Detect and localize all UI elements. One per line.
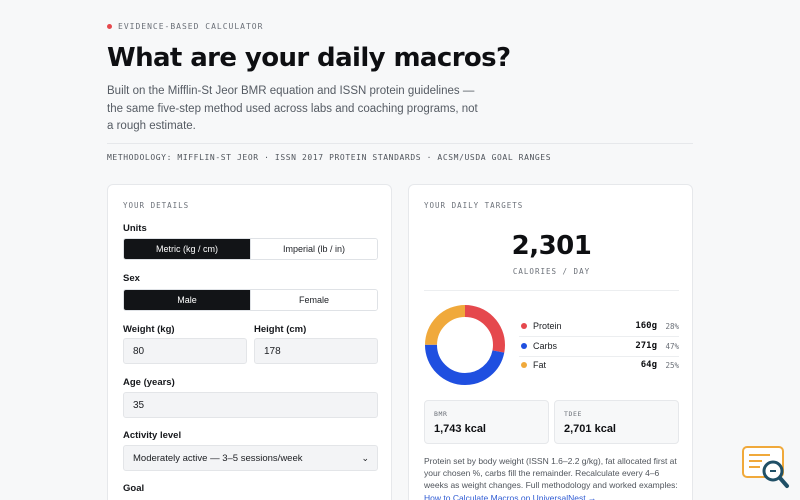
targets-card-label: YOUR DAILY TARGETS [424, 201, 524, 210]
page-title: What are your daily macros? [107, 43, 511, 73]
legend-row-fat: Fat 64g 25% [519, 358, 679, 372]
height-input[interactable]: 178 [254, 338, 378, 364]
eyebrow-text: EVIDENCE-BASED CALCULATOR [118, 22, 264, 31]
red-dot-icon [107, 24, 112, 29]
age-input[interactable]: 35 [123, 392, 378, 418]
tdee-stat: TDEE 2,701 kcal [554, 400, 679, 444]
activity-label: Activity level [123, 430, 182, 441]
tdee-label: TDEE [564, 410, 583, 418]
height-label: Height (cm) [254, 324, 307, 335]
page-subtitle: Built on the Mifflin-St Jeor BMR equatio… [107, 85, 478, 132]
targets-card: YOUR DAILY TARGETS 2,301 CALORIES / DAY … [408, 184, 693, 500]
weight-label: Weight (kg) [123, 324, 175, 335]
legend-divider [519, 356, 679, 357]
protein-grams: 160g [635, 321, 657, 331]
tdee-value: 2,701 kcal [564, 423, 616, 435]
bmr-value: 1,743 kcal [434, 423, 486, 435]
search-doc-badge-icon[interactable] [742, 444, 790, 492]
carbs-swatch [521, 343, 527, 349]
targets-divider [424, 290, 679, 291]
bmr-stat: BMR 1,743 kcal [424, 400, 549, 444]
carbs-percent: 47% [665, 341, 679, 351]
sex-female-option[interactable]: Female [250, 290, 377, 310]
protein-label: Protein [533, 321, 562, 331]
legend-row-protein: Protein 160g 28% [519, 319, 679, 333]
macro-donut-chart [425, 305, 505, 385]
methodology-note: Protein set by body weight (ISSN 1.6–2.2… [424, 455, 684, 500]
fat-grams: 64g [640, 360, 657, 370]
eyebrow: EVIDENCE-BASED CALCULATOR [107, 22, 697, 31]
units-imperial-option[interactable]: Imperial (lb / in) [250, 239, 377, 259]
units-label: Units [123, 223, 147, 234]
hero: EVIDENCE-BASED CALCULATOR What are your … [107, 22, 697, 136]
sex-male-option[interactable]: Male [124, 290, 250, 310]
fat-label: Fat [533, 360, 547, 370]
weight-input[interactable]: 80 [123, 338, 247, 364]
divider [107, 143, 693, 144]
methodology-link[interactable]: How to Calculate Macros on UniversalNest… [424, 492, 684, 500]
details-card-label: YOUR DETAILS [123, 201, 190, 210]
activity-select-value: Moderately active — 3–5 sessions/week [133, 452, 303, 464]
details-card: YOUR DETAILS Units Metric (kg / cm) Impe… [107, 184, 392, 500]
goal-label: Goal [123, 483, 145, 494]
chevron-down-icon: ⌄ [361, 452, 369, 463]
fat-swatch [521, 362, 527, 368]
sex-toggle: Male Female [123, 289, 378, 311]
legend-divider [519, 336, 679, 337]
note-text: Protein set by body weight (ISSN 1.6–2.2… [424, 456, 678, 491]
carbs-label: Carbs [533, 341, 558, 351]
calories-value: 2,301 [511, 231, 592, 261]
sex-label: Sex [123, 273, 140, 284]
units-toggle: Metric (kg / cm) Imperial (lb / in) [123, 238, 378, 260]
fat-percent: 25% [665, 360, 679, 370]
bmr-label: BMR [434, 410, 448, 418]
age-label: Age (years) [123, 377, 175, 388]
activity-select[interactable]: Moderately active — 3–5 sessions/week ⌄ [123, 445, 378, 471]
units-metric-option[interactable]: Metric (kg / cm) [124, 239, 250, 259]
carbs-grams: 271g [635, 341, 657, 351]
protein-swatch [521, 323, 527, 329]
legend-row-carbs: Carbs 271g 47% [519, 339, 679, 353]
calories-unit: CALORIES / DAY [512, 267, 591, 276]
methodology-line: METHODOLOGY: MIFFLIN-ST JEOR · ISSN 2017… [107, 153, 552, 162]
protein-percent: 28% [665, 321, 679, 331]
